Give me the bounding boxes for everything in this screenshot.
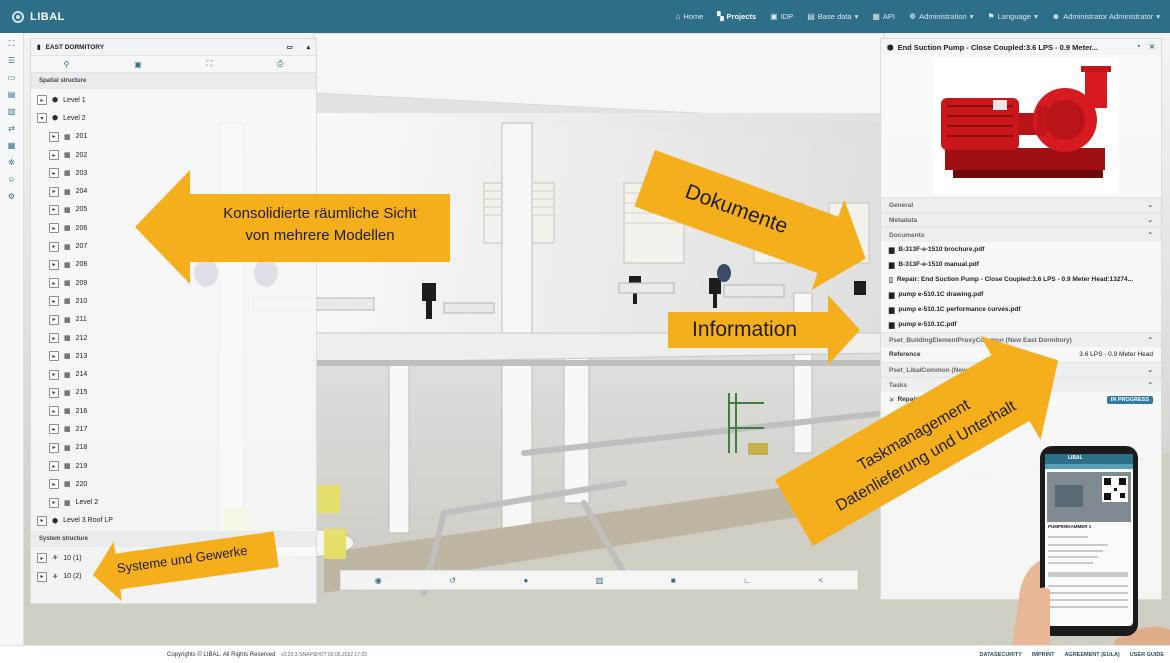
mobile-app-mockup: LIBAL PUMPENKAMMER 1 (1010, 440, 1170, 663)
copyright-text: Copyrights © LIBAL. All Rights Reserved … (167, 652, 367, 658)
version-label: v2.20.3-SNAPSHOT 03.06.2022 17:23 (281, 651, 367, 658)
footer-links: DATASECURITY IMPRINT AGREEMENT (EULA) USER … (980, 652, 1170, 658)
mobile-caption: PUMPENKAMMER 1 (1048, 524, 1092, 529)
mobile-app-name: LIBAL (1068, 455, 1083, 461)
footer-link[interactable]: IMPRINT (1032, 652, 1055, 658)
annotation-information: Information (692, 318, 798, 341)
page-footer: Copyrights © LIBAL. All Rights Reserved … (0, 645, 1170, 663)
annotation-consolidated-line1: Konsolidierte räumliche Sicht (223, 205, 417, 222)
hand-holding-phone (1010, 446, 1170, 663)
annotation-consolidated-line2: von mehrere Modellen (245, 226, 395, 244)
footer-link[interactable]: AGREEMENT (EULA) (1064, 652, 1119, 658)
footer-link[interactable]: USER GUIDE (1130, 652, 1164, 658)
annotation-consolidated: Konsolidierte räumliche Sicht von mehrer… (190, 203, 450, 247)
copyright-label: Copyrights © LIBAL. All Rights Reserved (167, 651, 276, 658)
footer-link[interactable]: DATASECURITY (980, 652, 1022, 658)
